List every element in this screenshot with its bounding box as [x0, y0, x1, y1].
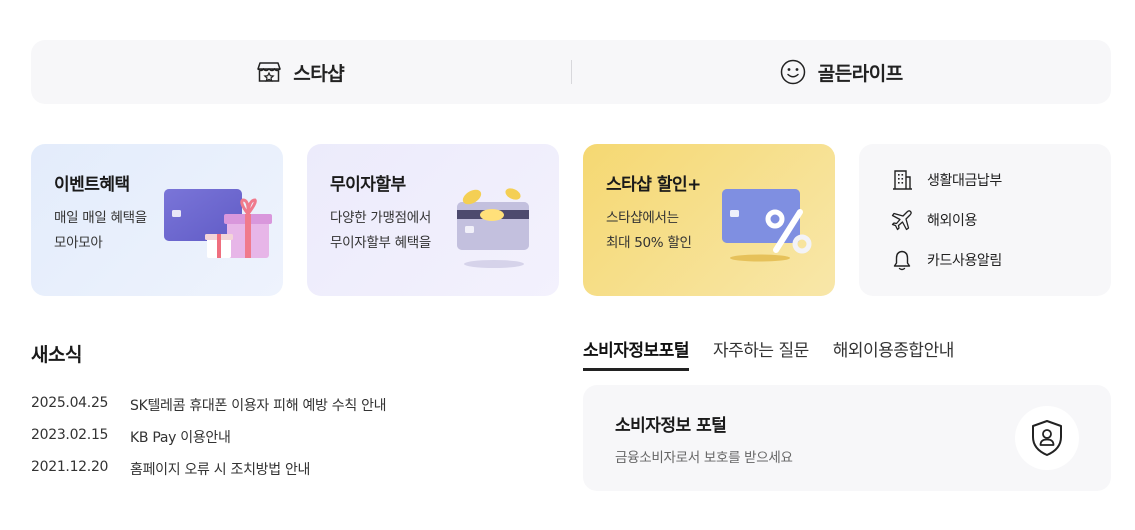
tab-faq[interactable]: 자주하는 질문: [713, 336, 809, 371]
top-nav-bar: 스타샵 골든라이프: [31, 40, 1111, 104]
installment-card[interactable]: 무이자할부 다양한 가맹점에서 무이자할부 혜택을: [307, 144, 559, 296]
percent-card-illustration: [722, 189, 812, 262]
smile-icon: [780, 59, 806, 85]
star-shop-label: 스타샵: [293, 62, 345, 85]
event-benefit-desc-line1: 매일 매일 혜택을: [54, 210, 147, 226]
building-icon: [893, 170, 912, 190]
news-item[interactable]: 2023.02.15 KB Pay 이용안내: [31, 427, 231, 447]
bill-payment-label: 생활대금납부: [927, 173, 1002, 189]
star-shop-discount-title: 스타샵 할인+: [606, 175, 701, 195]
star-shop-discount-desc-line1: 스타샵에서는: [606, 210, 679, 226]
star-shop-discount-card[interactable]: 스타샵 할인+ 스타샵에서는 최대 50% 할인: [583, 144, 835, 296]
bell-icon: [893, 250, 911, 271]
card-alert-label: 카드사용알림: [927, 253, 1002, 269]
news-text: SK텔레콤 휴대폰 이용자 피해 예방 수칙 안내: [130, 398, 387, 414]
news-item[interactable]: 2025.04.25 SK텔레콤 휴대폰 이용자 피해 예방 수칙 안내: [31, 395, 387, 415]
portal-icon-circle: [1015, 406, 1079, 470]
installment-title: 무이자할부: [330, 175, 406, 195]
installment-desc-line2: 무이자할부 혜택을: [330, 235, 431, 251]
shop-icon: [257, 62, 282, 82]
quick-link-overseas[interactable]: 해외이용: [891, 209, 977, 231]
event-benefit-card[interactable]: 이벤트혜택 매일 매일 혜택을 모아모아: [31, 144, 283, 296]
event-benefit-desc: 매일 매일 혜택을 모아모아: [54, 206, 147, 256]
info-tabs: 소비자정보포털 자주하는 질문 해외이용종합안내: [583, 336, 954, 371]
portal-title: 소비자정보 포털: [615, 416, 727, 436]
golden-life-link[interactable]: 골든라이프: [572, 40, 1112, 104]
news-title: 새소식: [31, 344, 82, 366]
airplane-icon: [891, 210, 912, 231]
star-shop-discount-desc: 스타샵에서는 최대 50% 할인: [606, 206, 692, 256]
installment-desc-line1: 다양한 가맹점에서: [330, 210, 431, 226]
tab-consumer-portal[interactable]: 소비자정보포털: [583, 336, 689, 371]
star-shop-discount-desc-line2: 최대 50% 할인: [606, 235, 692, 251]
news-text: 홈페이지 오류 시 조치방법 안내: [130, 462, 311, 478]
news-item[interactable]: 2021.12.20 홈페이지 오류 시 조치방법 안내: [31, 459, 310, 479]
news-date: 2025.04.25: [31, 395, 109, 411]
event-benefit-title: 이벤트혜택: [54, 175, 130, 195]
portal-desc: 금융소비자로서 보호를 받으세요: [615, 450, 793, 466]
tab-overseas-guide[interactable]: 해외이용종합안내: [833, 336, 955, 371]
star-shop-link[interactable]: 스타샵: [31, 40, 571, 104]
card-gift-illustration: [164, 189, 272, 258]
quick-link-card-alert[interactable]: 카드사용알림: [891, 249, 1002, 271]
coin-card-illustration: [457, 188, 529, 268]
news-date: 2021.12.20: [31, 459, 109, 475]
news-date: 2023.02.15: [31, 427, 109, 443]
overseas-label: 해외이용: [927, 213, 977, 229]
golden-life-label: 골든라이프: [817, 62, 903, 85]
quick-link-bill-payment[interactable]: 생활대금납부: [891, 169, 1002, 191]
quick-links-card: 생활대금납부 해외이용 카드사용알림: [859, 144, 1111, 296]
installment-desc: 다양한 가맹점에서 무이자할부 혜택을: [330, 206, 431, 256]
news-text: KB Pay 이용안내: [130, 430, 231, 446]
consumer-portal-panel[interactable]: 소비자정보 포털 금융소비자로서 보호를 받으세요: [583, 385, 1111, 491]
event-benefit-desc-line2: 모아모아: [54, 235, 103, 251]
shield-user-icon: [1032, 420, 1062, 456]
